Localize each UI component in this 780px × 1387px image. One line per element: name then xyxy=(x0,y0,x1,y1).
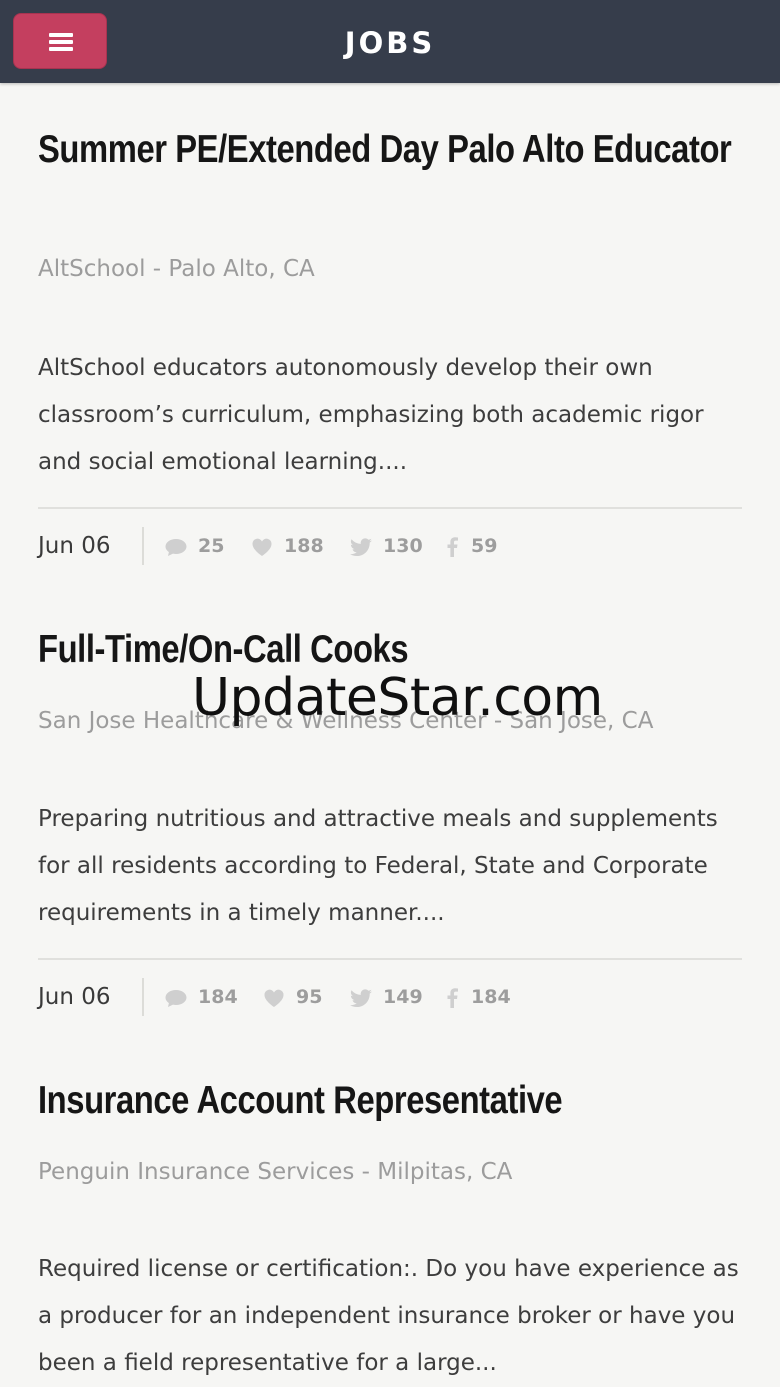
heart-icon xyxy=(264,989,284,1007)
job-meta-bar: Jun 06 184 95 149 184 xyxy=(38,977,742,1017)
facebook-icon xyxy=(447,988,458,1008)
comment-icon xyxy=(165,990,187,1007)
watermark-text: UpdateStar.com xyxy=(192,668,603,728)
job-company-location: Penguin Insurance Services - Milpitas, C… xyxy=(38,1159,513,1185)
job-title[interactable]: Full-Time/On-Call Cooks xyxy=(38,627,742,673)
comment-icon xyxy=(165,539,187,556)
job-meta-bar: Jun 06 25 188 130 59 xyxy=(38,526,742,566)
divider xyxy=(38,507,742,509)
job-description: Preparing nutritious and attractive meal… xyxy=(38,806,718,926)
twitter-bird-icon xyxy=(350,538,372,557)
divider xyxy=(38,958,742,960)
job-company-location: AltSchool - Palo Alto, CA xyxy=(38,256,315,282)
facebook-icon xyxy=(447,537,458,557)
job-description: Required license or certification:. Do y… xyxy=(38,1256,739,1376)
twitter-bird-icon xyxy=(350,989,372,1008)
meta-divider xyxy=(142,527,144,565)
job-title[interactable]: Summer PE/Extended Day Palo Alto Educato… xyxy=(38,127,742,173)
heart-icon xyxy=(252,538,272,556)
page-title: JOBS xyxy=(344,26,436,60)
posted-date: Jun 06 xyxy=(38,533,111,559)
top-app-bar: JOBS xyxy=(0,0,780,83)
job-title[interactable]: Insurance Account Representative xyxy=(38,1078,742,1124)
job-description: AltSchool educators autonomously develop… xyxy=(38,355,704,475)
meta-divider xyxy=(142,978,144,1016)
posted-date: Jun 06 xyxy=(38,984,111,1010)
